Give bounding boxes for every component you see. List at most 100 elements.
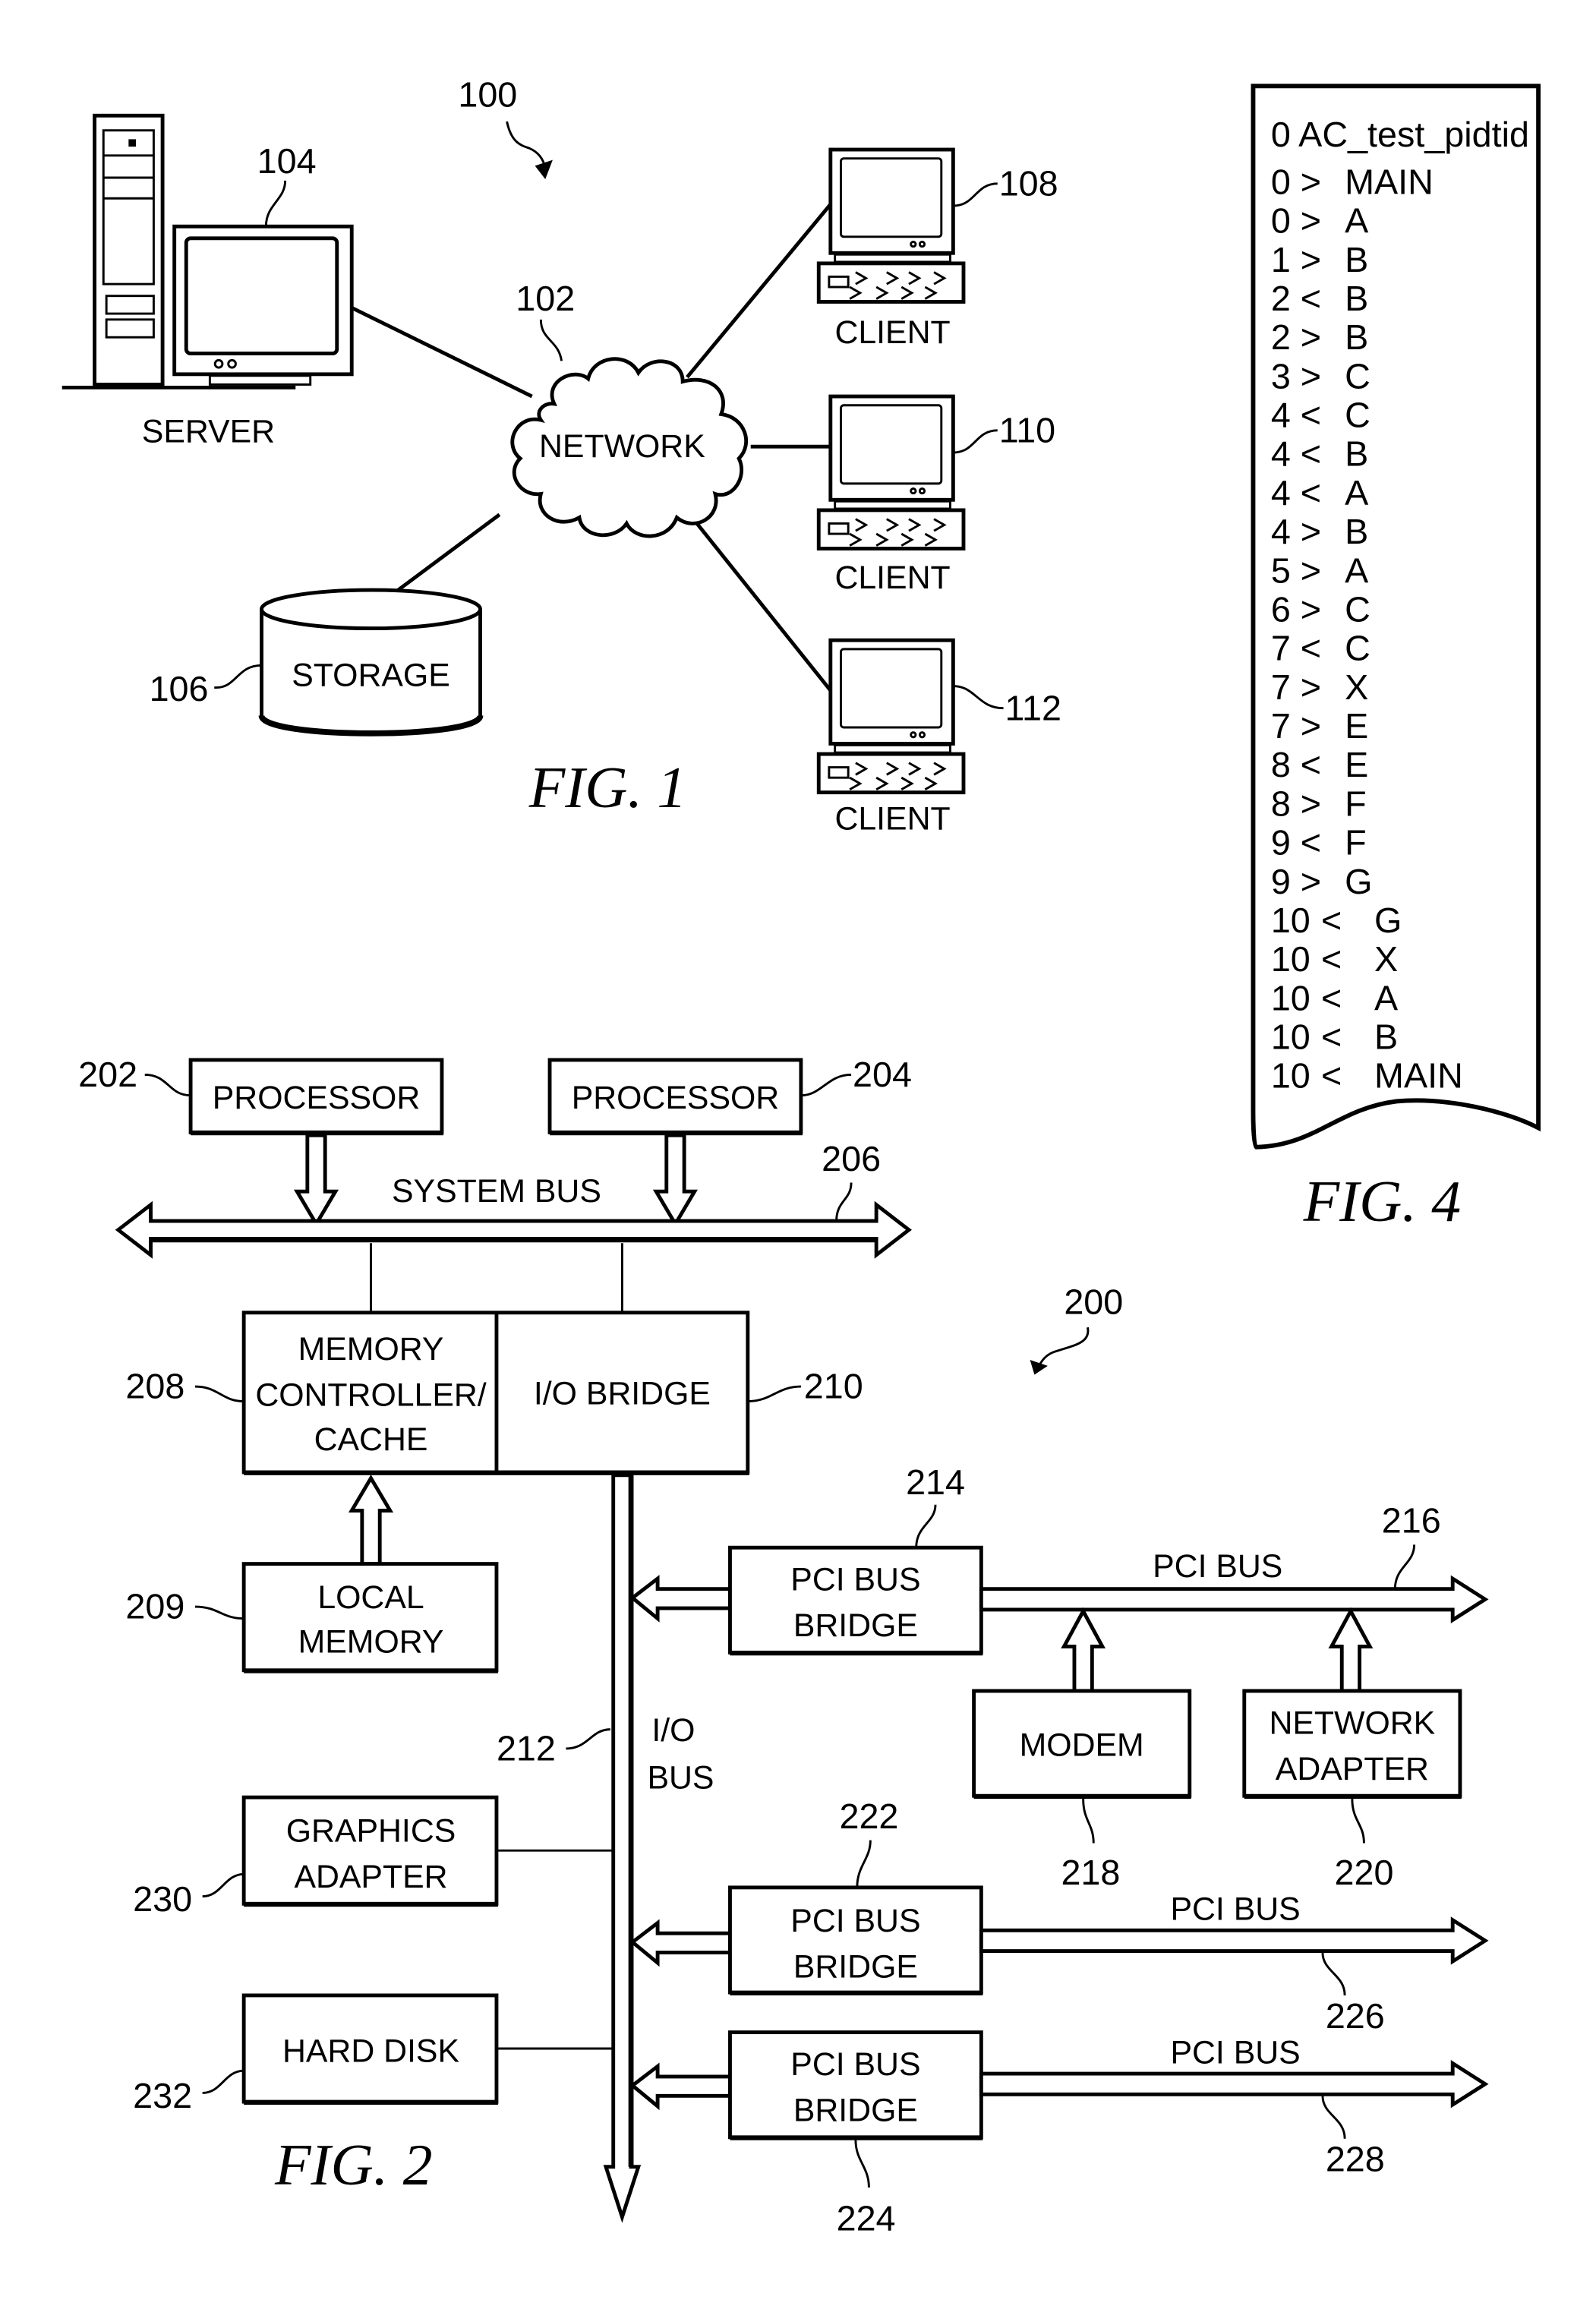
trace-function: G: [1345, 862, 1372, 901]
trace-direction: >: [1301, 589, 1321, 629]
trace-level: 10: [1271, 939, 1311, 979]
trace-level: 10: [1271, 1017, 1311, 1057]
ref-106-leader: [214, 664, 262, 689]
pci-bus-226-label: PCI BUS: [1170, 1891, 1300, 1928]
ref-209-leader: [194, 1605, 244, 1620]
trace-function: B: [1374, 1017, 1398, 1057]
ref-206-leader: [835, 1182, 853, 1222]
storage: STORAGE 106: [150, 588, 484, 737]
box-shadow: [973, 1794, 1191, 1800]
memory-controller-line-2: CONTROLLER/: [255, 1377, 486, 1413]
trace-level: 4: [1271, 434, 1291, 474]
processor-202-bus-arrow: [293, 1133, 339, 1228]
ref-214: 214: [906, 1462, 965, 1502]
ref-232: 232: [133, 2076, 192, 2115]
ref-228: 228: [1326, 2140, 1385, 2179]
trace-direction: <: [1301, 434, 1321, 474]
trace-function: B: [1345, 240, 1368, 279]
ref-216: 216: [1382, 1501, 1441, 1541]
system-bus-label: SYSTEM BUS: [392, 1173, 601, 1210]
client-label: CLIENT: [834, 314, 950, 351]
box-shadow: [244, 2100, 498, 2105]
trace-direction: <: [1301, 629, 1321, 668]
trace-function: X: [1345, 667, 1368, 707]
modem-arrow: [1061, 1607, 1106, 1693]
ref-226: 226: [1326, 1996, 1385, 2036]
ref-208: 208: [125, 1367, 185, 1406]
processor-204-label: PROCESSOR: [572, 1080, 779, 1116]
ref-112-leader: [953, 685, 1004, 710]
ref-216-leader: [1393, 1544, 1416, 1589]
graphics-adapter-line-1: GRAPHICS: [286, 1813, 456, 1850]
trace-level: 2: [1271, 279, 1291, 318]
trace-level: 4: [1271, 473, 1291, 513]
trace-level: 7: [1271, 706, 1291, 746]
server-label: SERVER: [142, 413, 275, 449]
trace-direction: <: [1321, 978, 1342, 1017]
trace-function: MAIN: [1374, 1056, 1463, 1096]
trace-direction: <: [1301, 473, 1321, 513]
network-adapter-arrow: [1328, 1607, 1374, 1693]
box-shadow: [244, 1902, 498, 1907]
ref-222-leader: [856, 1840, 872, 1888]
ref-220-leader: [1351, 1799, 1365, 1844]
trace-function: C: [1345, 396, 1370, 435]
pci-bridge-224-line-2: BRIDGE: [793, 2092, 918, 2128]
ref-230: 230: [133, 1879, 192, 1919]
server: SERVER 104: [62, 113, 354, 449]
trace-direction: <: [1301, 279, 1321, 318]
trace-direction: >: [1301, 862, 1321, 901]
trace-level: 9: [1271, 862, 1291, 901]
ref-230-leader: [202, 1872, 244, 1898]
ref-208-leader: [194, 1385, 244, 1402]
trace-level: 0: [1271, 162, 1291, 201]
ref-209: 209: [125, 1587, 185, 1626]
client-108: CLIENT 108: [816, 147, 1058, 351]
box-shadow: [730, 1651, 983, 1656]
trace-function: B: [1345, 512, 1368, 551]
fig1-caption: FIG. 1: [528, 755, 687, 820]
trace-level: 10: [1271, 1056, 1311, 1096]
trace-level: 10: [1271, 978, 1311, 1017]
ref-100-arrow: [506, 121, 547, 169]
box-shadow: [244, 1668, 498, 1673]
trace-function: E: [1345, 706, 1368, 746]
ref-206: 206: [822, 1139, 881, 1178]
trace-direction: <: [1321, 939, 1342, 979]
ref-212-leader: [566, 1728, 610, 1750]
trace-function: C: [1345, 356, 1370, 396]
ref-200-arrow: [1036, 1326, 1090, 1370]
system-bus: [115, 1200, 912, 1259]
trace-direction: >: [1301, 162, 1321, 201]
link-network-client-112: [692, 519, 832, 692]
processor-202-label: PROCESSOR: [213, 1080, 420, 1116]
pci-bus-216-label: PCI BUS: [1153, 1548, 1282, 1585]
ref-110: 110: [999, 410, 1055, 449]
pci-bridge-224-line-1: PCI BUS: [790, 2046, 920, 2083]
link-server-network: [351, 306, 533, 399]
box-shadow: [1244, 1794, 1462, 1800]
trace-function: A: [1345, 473, 1369, 513]
ref-220: 220: [1335, 1853, 1394, 1892]
local-memory-arrow: [348, 1474, 394, 1566]
client-112: CLIENT 112: [816, 638, 1061, 837]
server-monitor-stand: [208, 374, 312, 386]
trace-function: B: [1345, 279, 1368, 318]
pci-bridge-214-line-1: PCI BUS: [790, 1562, 920, 1598]
ref-102-leader: [539, 319, 563, 361]
modem-label: MODEM: [1020, 1727, 1144, 1764]
trace-direction: <: [1321, 1017, 1342, 1057]
ref-102: 102: [516, 279, 575, 318]
trace-direction: <: [1301, 823, 1321, 863]
network: NETWORK 102: [510, 279, 749, 538]
trace-level: 2: [1271, 317, 1291, 357]
hard-disk-label: HARD DISK: [282, 2033, 459, 2070]
trace-function: C: [1345, 629, 1370, 668]
trace-direction: >: [1301, 706, 1321, 746]
trace-level: 8: [1271, 745, 1291, 784]
trace-level: 7: [1271, 629, 1291, 668]
trace-direction: >: [1301, 784, 1321, 823]
trace-level: 3: [1271, 356, 1291, 396]
memory-controller-line-1: MEMORY: [298, 1331, 444, 1367]
trace-level: 7: [1271, 667, 1291, 707]
